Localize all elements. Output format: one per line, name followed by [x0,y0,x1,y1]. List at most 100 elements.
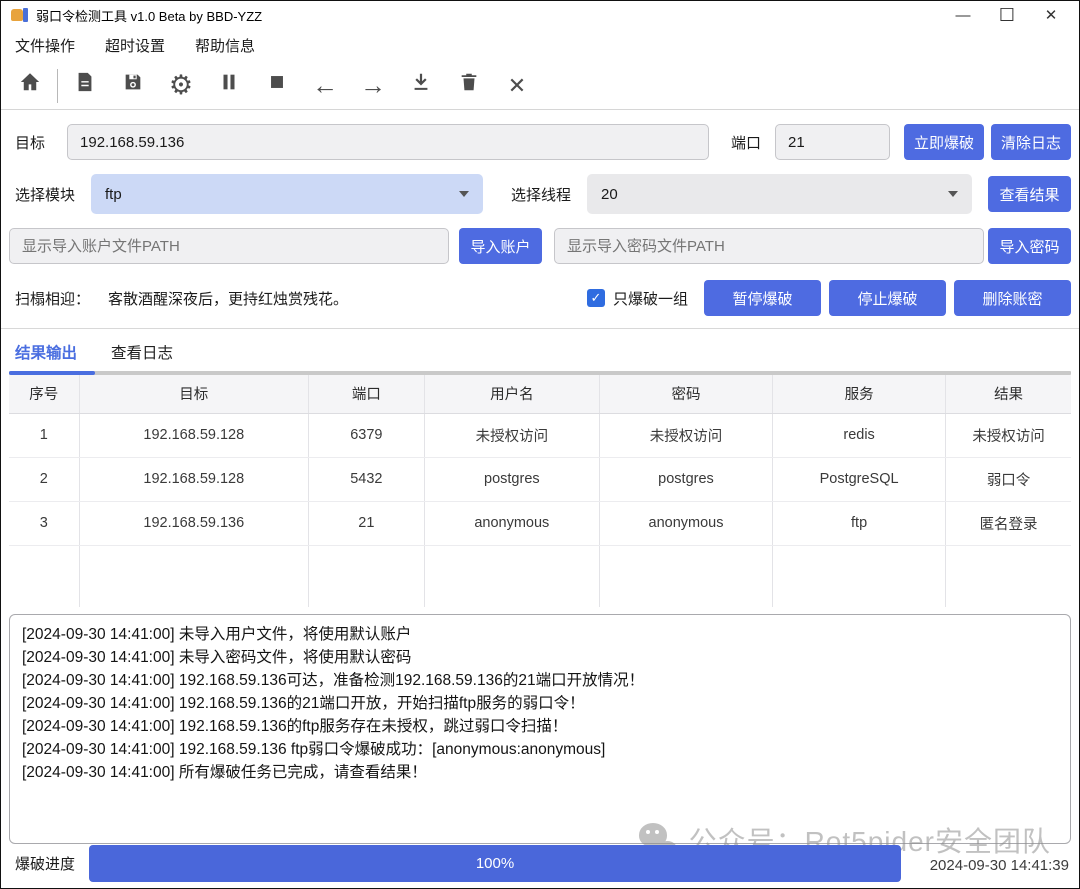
import-row: 导入账户 导入密码 [9,220,1071,272]
module-select-value: ftp [105,186,122,203]
port-input[interactable] [775,124,890,160]
progress-percent: 100% [476,855,514,872]
col-password: 密码 [599,375,772,413]
col-target: 目标 [79,375,308,413]
home-icon [19,71,41,100]
menu-file-operations[interactable]: 文件操作 [15,35,75,56]
menu-bar: 文件操作 超时设置 帮助信息 [1,29,1079,62]
pause-button[interactable] [210,67,248,105]
stop-icon [266,71,288,100]
forward-button[interactable]: → [354,67,392,105]
pause-attack-button[interactable]: 暂停爆破 [704,280,821,316]
col-port: 端口 [308,375,424,413]
target-row: 目标 端口 立即爆破 清除日志 [9,116,1071,168]
log-line: [2024-09-30 14:41:00] 192.168.59.136可达，准… [22,669,1058,692]
menu-help-info[interactable]: 帮助信息 [195,35,255,56]
col-service: 服务 [773,375,946,413]
save-icon [122,71,144,100]
tab-bar: 结果输出 查看日志 [1,329,1079,375]
settings-button[interactable]: ⚙ [162,67,200,105]
table-row[interactable]: 3 192.168.59.136 21 anonymous anonymous … [9,501,1071,545]
tab-underline-track [9,371,1071,375]
minimize-button[interactable]: — [941,2,985,28]
app-icon [11,7,28,23]
chevron-down-icon [459,191,469,197]
pause-icon [218,71,240,100]
maximize-icon: ☐ [999,5,1015,26]
minimize-icon: — [956,7,971,24]
checkbox-label: 只爆破一组 [613,288,688,309]
control-row: 扫榻相迎： 客散酒醒深夜后，更持红烛赏残花。 ✓ 只爆破一组 暂停爆破 停止爆破… [9,272,1071,324]
exit-button[interactable]: ✕ [498,67,536,105]
col-index: 序号 [9,375,79,413]
col-result: 结果 [946,375,1071,413]
thread-label: 选择线程 [511,184,571,205]
table-empty-area [9,545,1071,607]
status-timestamp: 2024-09-30 14:41:39 [930,857,1069,882]
tab-active-indicator [9,371,95,375]
table-header-row: 序号 目标 端口 用户名 密码 服务 结果 [9,375,1071,413]
progress-label: 爆破进度 [15,853,75,874]
maximize-button[interactable]: ☐ [985,2,1029,28]
thread-select-value: 20 [601,186,618,203]
status-bar: 爆破进度 100% 2024-09-30 14:41:39 [1,844,1079,888]
download-icon [410,71,432,100]
only-one-group-option[interactable]: ✓ 只爆破一组 [587,288,688,309]
results-table: 序号 目标 端口 用户名 密码 服务 结果 1 192.168.59.128 6… [9,375,1071,607]
tab-view-log[interactable]: 查看日志 [111,341,173,371]
download-button[interactable] [402,67,440,105]
log-output[interactable]: [2024-09-30 14:41:00] 未导入用户文件，将使用默认账户 [2… [9,614,1071,844]
import-password-button[interactable]: 导入密码 [988,228,1071,264]
view-results-button[interactable]: 查看结果 [988,176,1071,212]
window-title: 弱口令检测工具 v1.0 Beta by BBD-YZZ [36,6,262,25]
log-line: [2024-09-30 14:41:00] 未导入密码文件，将使用默认密码 [22,646,1058,669]
delete-credentials-button[interactable]: 删除账密 [954,280,1071,316]
table-row[interactable]: 1 192.168.59.128 6379 未授权访问 未授权访问 redis … [9,413,1071,457]
port-label: 端口 [731,132,761,153]
table-row[interactable]: 2 192.168.59.128 5432 postgres postgres … [9,457,1071,501]
log-line: [2024-09-30 14:41:00] 192.168.59.136的ftp… [22,715,1058,738]
close-x-icon: ✕ [508,73,526,99]
stop-button[interactable] [258,67,296,105]
greeting-label: 扫榻相迎： [15,288,90,309]
log-line: [2024-09-30 14:41:00] 192.168.59.136的21端… [22,692,1058,715]
arrow-right-icon: → [360,70,386,101]
import-account-button[interactable]: 导入账户 [459,228,542,264]
log-line: [2024-09-30 14:41:00] 所有爆破任务已完成，请查看结果！ [22,761,1058,784]
back-button[interactable]: ← [306,67,344,105]
thread-select[interactable]: 20 [587,174,972,214]
target-label: 目标 [15,132,45,153]
start-attack-button[interactable]: 立即爆破 [904,124,984,160]
gear-icon: ⚙ [169,72,193,99]
close-button[interactable]: ✕ [1029,2,1073,28]
module-select[interactable]: ftp [91,174,483,214]
clear-log-button[interactable]: 清除日志 [991,124,1071,160]
tab-results-output[interactable]: 结果输出 [15,341,77,371]
password-file-input[interactable] [554,228,984,264]
module-label: 选择模块 [15,184,75,205]
new-file-button[interactable] [66,67,104,105]
close-icon: ✕ [1045,6,1058,24]
log-line: [2024-09-30 14:41:00] 192.168.59.136 ftp… [22,738,1058,761]
stop-attack-button[interactable]: 停止爆破 [829,280,946,316]
chevron-down-icon [948,191,958,197]
log-line: [2024-09-30 14:41:00] 未导入用户文件，将使用默认账户 [22,623,1058,646]
file-icon [74,71,96,100]
greeting-text: 客散酒醒深夜后，更持红烛赏残花。 [108,288,348,309]
checkbox-checked-icon[interactable]: ✓ [587,289,605,307]
save-button[interactable] [114,67,152,105]
title-bar: 弱口令检测工具 v1.0 Beta by BBD-YZZ — ☐ ✕ [1,1,1079,29]
col-username: 用户名 [424,375,599,413]
home-button[interactable] [11,67,49,105]
trash-icon [458,71,480,100]
progress-fill: 100% [89,845,901,882]
toolbar-separator [57,69,58,103]
delete-button[interactable] [450,67,488,105]
toolbar: ⚙ ← → ✕ [1,62,1079,110]
menu-timeout-settings[interactable]: 超时设置 [105,35,165,56]
module-row: 选择模块 ftp 选择线程 20 查看结果 [9,168,1071,220]
account-file-input[interactable] [9,228,449,264]
arrow-left-icon: ← [312,70,338,101]
target-input[interactable] [67,124,709,160]
progress-bar: 100% [89,845,901,882]
